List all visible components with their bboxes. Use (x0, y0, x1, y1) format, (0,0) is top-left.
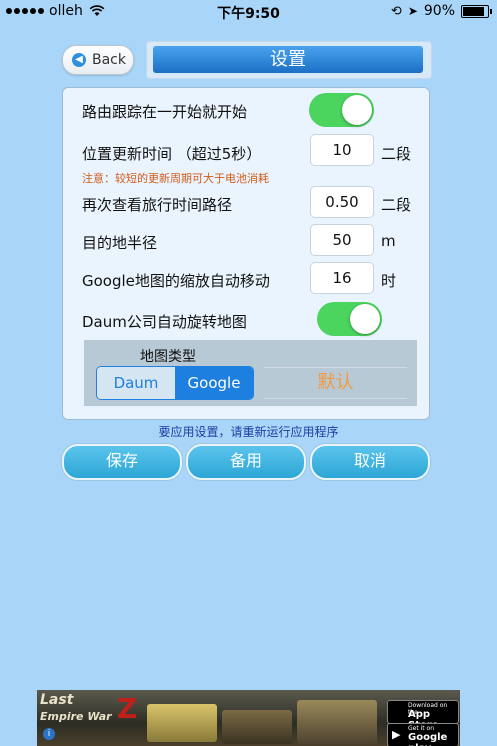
battery-percent: 90% (423, 3, 455, 19)
google-play-small-text: Get it on (408, 725, 435, 732)
ad-title-mark: Z (117, 692, 138, 725)
google-play-badge[interactable]: ▶ Get it on Google play (387, 723, 459, 746)
cancel-button[interactable]: 取消 (310, 444, 430, 480)
page-title: 设置 (153, 46, 423, 73)
restart-note: 要应用设置，请重新运行应用程序 (158, 425, 339, 439)
toggle-knob (342, 95, 372, 125)
play-icon: ▶ (392, 728, 401, 741)
back-label: Back (92, 52, 126, 68)
ad-vehicle-image (147, 704, 217, 742)
travel-time-input[interactable]: 0.50 (310, 186, 374, 218)
battery-icon (461, 4, 492, 18)
zoom-input[interactable]: 16 (310, 262, 374, 294)
ad-vehicle-image (222, 710, 292, 744)
ad-vehicle-image (297, 700, 377, 744)
map-type-label: 地图类型 (140, 349, 196, 365)
google-play-text: Google play (408, 732, 448, 746)
rotate-toggle[interactable] (317, 302, 382, 336)
status-bar: olleh 下午9:50 ⟲ ➤ 90% (0, 0, 497, 24)
location-arrow-icon: ➤ (407, 4, 418, 18)
map-type-google[interactable]: Google (175, 367, 253, 399)
rotation-lock-icon: ⟲ (390, 3, 402, 19)
zoom-unit: 时 (381, 272, 397, 290)
travel-time-label: 再次查看旅行时间路径 (82, 196, 233, 214)
title-bar: 设置 (146, 41, 432, 79)
route-tracking-label: 路由跟踪在一开始就开始 (82, 103, 248, 121)
map-type-daum[interactable]: Daum (97, 367, 175, 399)
zoom-label: Google地图的缩放自动移动 (82, 272, 270, 290)
toggle-knob (350, 304, 380, 334)
radius-input[interactable]: 50 (310, 224, 374, 256)
backup-button[interactable]: 备用 (186, 444, 306, 480)
location-update-unit: 二段 (381, 145, 412, 163)
app-store-badge[interactable]: Download on the App Store (387, 700, 459, 731)
ad-title: Last (40, 692, 74, 708)
default-button[interactable]: 默认 (264, 367, 407, 399)
radius-unit: m (381, 232, 396, 250)
ad-info-icon[interactable]: i (43, 728, 55, 740)
back-arrow-icon: ◀ (72, 53, 86, 67)
ad-subtitle: Empire War (40, 710, 112, 723)
travel-time-unit: 二段 (381, 196, 412, 214)
battery-note: 注意：较短的更新周期可大于电池消耗 (82, 172, 269, 185)
location-update-label: 位置更新时间 （超过5秒） (82, 145, 262, 163)
save-button[interactable]: 保存 (62, 444, 182, 480)
radius-label: 目的地半径 (82, 234, 158, 252)
ad-banner[interactable]: Last Empire War Z Download on the App St… (37, 690, 460, 746)
back-button[interactable]: ◀ Back (62, 45, 134, 75)
rotate-label: Daum公司自动旋转地图 (82, 313, 247, 331)
map-type-segmented-control: Daum Google (96, 366, 254, 400)
route-tracking-toggle[interactable] (309, 93, 374, 127)
location-update-input[interactable]: 10 (310, 134, 374, 166)
